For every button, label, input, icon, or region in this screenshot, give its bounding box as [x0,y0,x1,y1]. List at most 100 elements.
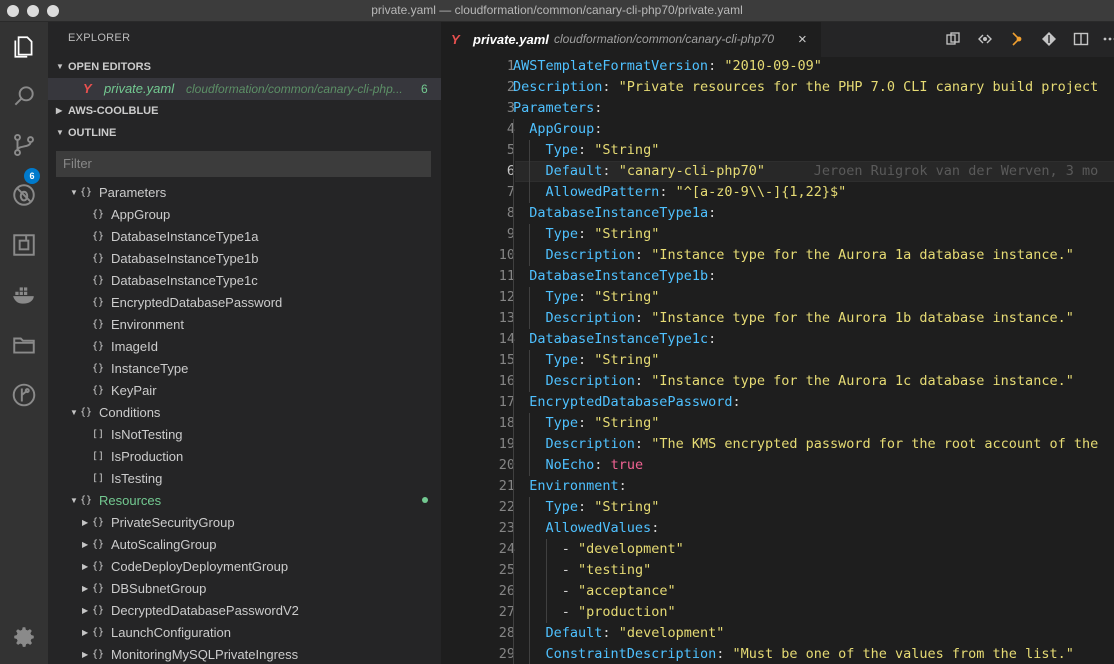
outline-item[interactable]: {} DatabaseInstanceType1a [48,226,441,248]
line-number: 5 [506,142,515,158]
git-branch-icon[interactable] [1040,30,1058,48]
object-symbol-icon: {} [92,363,105,374]
line-number: 28 [498,625,515,641]
outline-item[interactable]: {} ImageId [48,336,441,358]
outline-item-label: EncryptedDatabasePassword [111,295,283,310]
object-symbol-icon: {} [92,561,105,572]
object-symbol-icon: {} [92,319,105,330]
compare-icon[interactable] [976,30,994,48]
window-title: private.yaml — cloudformation/common/can… [371,3,743,17]
code-line: Type: "String" [545,352,660,368]
folder-header[interactable]: ▶ AWS-COOLBLUE [48,100,441,122]
outline-filter-input[interactable]: Filter [56,151,431,177]
outline-item[interactable]: ▼{} Resources [48,490,441,512]
line-number: 24 [498,541,515,557]
chevron-right-icon[interactable]: ▶ [82,644,88,664]
outline-item-label: AppGroup [111,207,171,222]
problem-count: 6 [421,82,428,96]
docker-icon[interactable] [9,280,39,310]
chevron-right-icon[interactable]: ▶ [82,512,88,534]
open-changes-icon[interactable] [944,30,962,48]
outline-item-label: PrivateSecurityGroup [111,515,235,530]
array-symbol-icon: [] [92,473,105,484]
chevron-right-icon[interactable]: ▶ [82,578,88,600]
code-area[interactable]: 1 AWSTemplateFormatVersion: "2010-09-09" 2… [441,56,1114,664]
outline-item[interactable]: ▼{} Parameters [48,182,441,204]
explorer-sidebar: EXPLORER ▼ OPEN EDITORS Y private.yaml c… [48,22,441,664]
line-number: 18 [498,415,515,431]
outline-item[interactable]: {} DatabaseInstanceType1b [48,248,441,270]
chevron-right-icon[interactable]: ▶ [82,534,88,556]
outline-item[interactable]: ▶ {} AutoScalingGroup [48,534,441,556]
line-number: 29 [498,646,515,662]
split-editor-icon[interactable] [1072,30,1090,48]
object-symbol-icon: {} [92,583,105,594]
code-line: DatabaseInstanceType1b: [529,268,717,284]
object-symbol-icon: {} [80,187,93,198]
open-editor-filename: private.yaml [104,81,175,96]
object-symbol-icon: {} [92,605,105,616]
debug-icon[interactable] [9,180,39,210]
modified-dot [422,497,428,503]
code-line: Description: "Instance type for the Auro… [545,247,1074,263]
outline-item[interactable]: [] IsNotTesting [48,424,441,446]
outline-item[interactable]: ▶ {} MonitoringMySQLPrivateIngress [48,644,441,664]
outline-item[interactable]: {} Environment [48,314,441,336]
outline-item[interactable]: {} DatabaseInstanceType1c [48,270,441,292]
gear-icon[interactable] [9,622,39,652]
chevron-down-icon[interactable]: ▼ [70,182,78,204]
open-editor-item[interactable]: Y private.yaml cloudformation/common/can… [48,78,441,100]
code-line: AllowedPattern: "^[a-z0-9\\-]{1,22}$" [545,184,847,200]
outline-item[interactable]: {} EncryptedDatabasePassword [48,292,441,314]
outline-item[interactable]: {} KeyPair [48,380,441,402]
chevron-down-icon[interactable]: ▼ [70,402,78,424]
tab-close-button[interactable]: × [798,22,807,57]
window-titlebar: private.yaml — cloudformation/common/can… [0,0,1114,22]
extensions-icon[interactable] [9,230,39,260]
line-number: 7 [506,184,515,200]
line-number: 6 [506,163,515,179]
gitlens-icon[interactable] [9,380,39,410]
chevron-right-icon[interactable]: ▶ [82,600,88,622]
outline-item[interactable]: ▶ {} PrivateSecurityGroup [48,512,441,534]
outline-item[interactable]: [] IsProduction [48,446,441,468]
code-line: - "development" [561,541,684,557]
files-icon[interactable] [9,32,39,62]
outline-item-label: CodeDeployDeploymentGroup [111,559,289,574]
code-line: Environment: [529,478,627,494]
outline-item[interactable]: [] IsTesting [48,468,441,490]
outline-item-label: InstanceType [111,361,189,376]
object-symbol-icon: {} [92,297,105,308]
line-number: 15 [498,352,515,368]
minimize-window-button[interactable] [27,5,39,17]
more-icon[interactable] [1101,30,1114,48]
outline-item[interactable]: ▶ {} DecryptedDatabasePasswordV2 [48,600,441,622]
outline-item[interactable]: ▶ {} DBSubnetGroup [48,578,441,600]
object-symbol-icon: {} [92,517,105,528]
outline-item[interactable]: ▶ {} CodeDeployDeploymentGroup [48,556,441,578]
outline-header[interactable]: ▼ OUTLINE [48,122,441,144]
outline-item[interactable]: {} InstanceType [48,358,441,380]
open-editors-header[interactable]: ▼ OPEN EDITORS [48,56,441,78]
git-blame-annotation: Jeroen Ruigrok van der Werven, 3 mo [765,163,1099,179]
outline-item-label: MonitoringMySQLPrivateIngress [111,647,299,662]
chevron-right-icon[interactable]: ▶ [82,556,88,578]
zoom-window-button[interactable] [47,5,59,17]
object-symbol-icon: {} [92,231,105,242]
source-control-icon[interactable] [9,130,39,160]
chevron-right-icon[interactable]: ▶ [82,622,88,644]
object-symbol-icon: {} [92,209,105,220]
outline-item[interactable]: ▼{} Conditions [48,402,441,424]
chevron-down-icon[interactable]: ▼ [70,490,78,512]
folder-icon[interactable] [9,330,39,360]
outline-item[interactable]: ▶ {} LaunchConfiguration [48,622,441,644]
git-commit-icon[interactable] [1008,30,1026,48]
line-number: 21 [498,478,515,494]
tab-private-yaml[interactable]: Y private.yaml cloudformation/common/can… [441,22,821,57]
array-symbol-icon: [] [92,429,105,440]
close-window-button[interactable] [7,5,19,17]
tab-bar: Y private.yaml cloudformation/common/can… [441,22,1114,57]
outline-item[interactable]: {} AppGroup [48,204,441,226]
code-line: - "acceptance" [561,583,676,599]
search-icon[interactable] [9,81,39,111]
